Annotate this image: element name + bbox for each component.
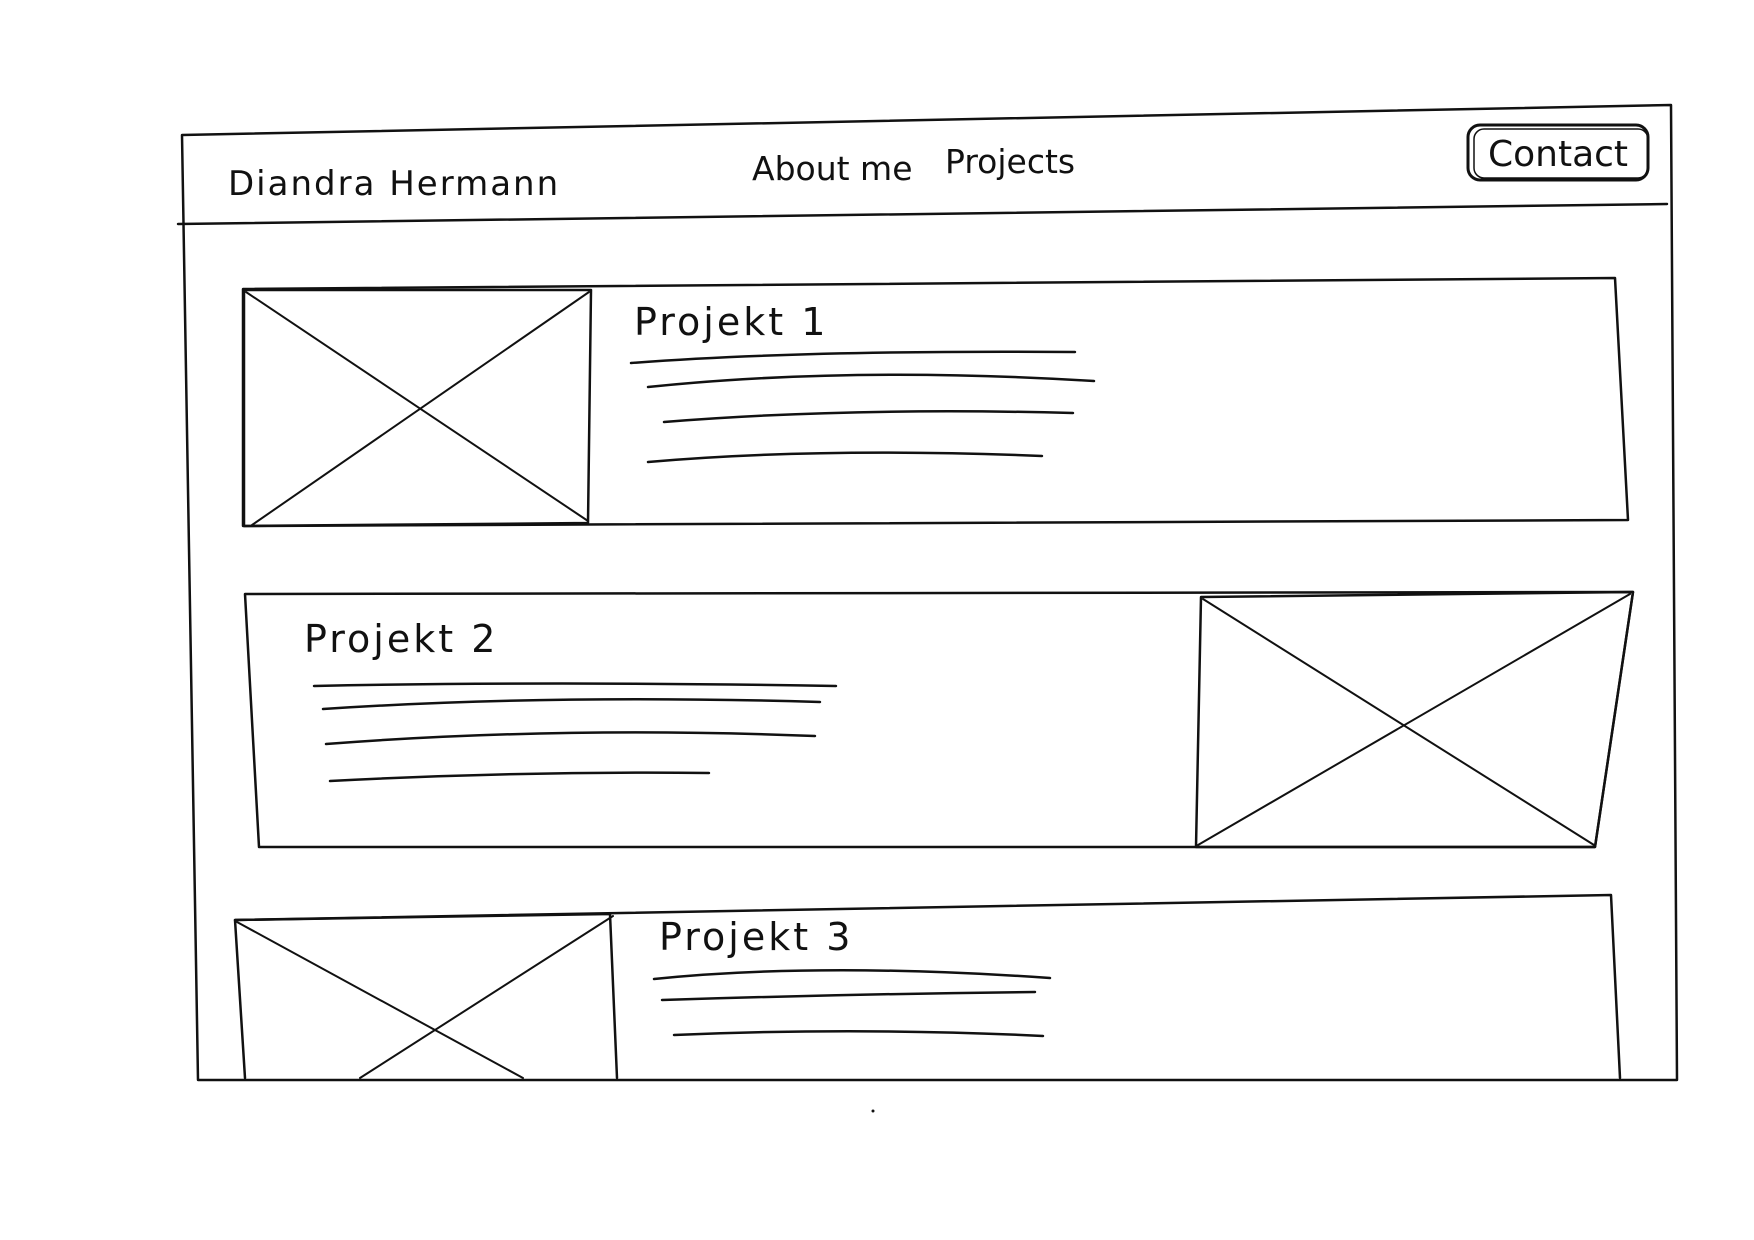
site-name[interactable]: Diandra Hermann (228, 164, 560, 204)
project-card-3[interactable]: Projekt 3 (233, 893, 1622, 1080)
project-card-2-title: Projekt 2 (304, 617, 498, 661)
image-placeholder-icon (1194, 590, 1635, 849)
stray-dot (871, 1109, 875, 1113)
contact-button-label: Contact (1488, 134, 1628, 175)
project-card-3-text-lines (652, 969, 1052, 1038)
contact-button[interactable]: Contact (1466, 123, 1650, 182)
project-card-1-text-lines (629, 350, 1096, 464)
project-card-1[interactable]: Projekt 1 (241, 276, 1630, 528)
project-card-2-text-lines (312, 682, 838, 783)
nav-about-me[interactable]: About me (752, 149, 913, 188)
project-card-1-title: Projekt 1 (634, 300, 828, 344)
wireframe-sketch: Diandra Hermann About me Projects Contac… (176, 103, 1679, 1113)
header-divider (176, 202, 1669, 226)
nav-projects[interactable]: Projects (945, 142, 1075, 181)
project-card-1-border (241, 276, 1630, 528)
image-placeholder-icon (233, 912, 619, 1080)
project-card-3-border (233, 893, 1622, 1080)
project-card-2[interactable]: Projekt 2 (243, 590, 1635, 849)
image-placeholder-icon (242, 288, 593, 528)
project-card-3-title: Projekt 3 (659, 915, 853, 959)
